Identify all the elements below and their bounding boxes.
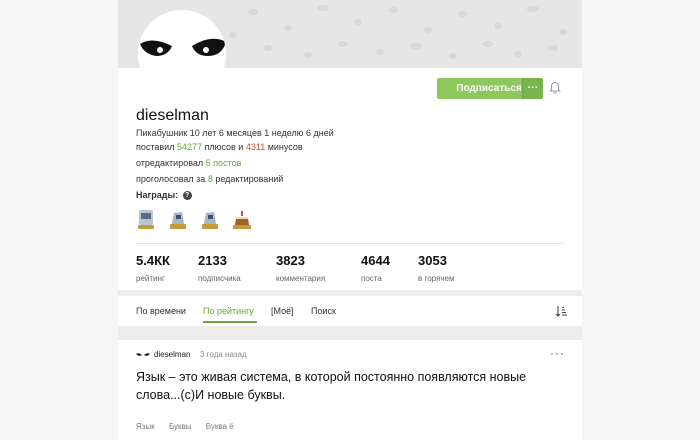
stat-value: 4644 (361, 253, 390, 268)
stat-label: поста (361, 274, 382, 283)
stat-hot[interactable]: 3053 в горячем (418, 253, 454, 283)
post-time: 3 года назад (200, 350, 247, 359)
minus-count: 4311 (245, 142, 266, 152)
profile-card: Подписаться ··· dieselman Пикабушник 10 … (118, 10, 582, 290)
help-icon[interactable]: ? (182, 191, 192, 201)
award-icon[interactable] (200, 208, 220, 230)
voted-prefix: проголосовал за (136, 174, 206, 184)
bell-icon[interactable] (548, 81, 562, 95)
sort-icon[interactable] (555, 305, 567, 317)
ten-years-medal-icon[interactable] (136, 208, 156, 230)
voted-count[interactable]: 8 (208, 174, 213, 184)
post-card: dieselman 3 года назад ··· Язык – это жи… (118, 340, 582, 440)
active-tab-underline (203, 321, 257, 323)
stat-label: комментария (276, 274, 326, 283)
post-author-link[interactable]: dieselman (154, 350, 190, 359)
sort-tabs: По времени По рейтингу [Моё] Поиск (118, 296, 582, 326)
awards-label: Награды: (136, 190, 179, 200)
main-column: Подписаться ··· dieselman Пикабушник 10 … (118, 0, 582, 440)
page-margin-left (0, 0, 118, 440)
awards-line: Награды: ? (136, 190, 192, 201)
tab-search[interactable]: Поиск (311, 306, 336, 316)
plus-label: плюсов и (204, 142, 244, 152)
post-menu-button[interactable]: ··· (550, 346, 565, 360)
stat-label: в горячем (418, 274, 455, 283)
stat-label: рейтинг (136, 274, 165, 283)
voted-line: проголосовал за 8 редактирований (136, 174, 283, 184)
page-margin-right (582, 0, 700, 440)
tenure-text: Пикабушник 10 лет 6 месяцев 1 неделю 6 д… (136, 128, 334, 138)
votes-line: поставил 54277 плюсов и 4311 минусов (136, 142, 303, 152)
tag-link[interactable]: Буква ё (206, 422, 234, 431)
tab-by-time[interactable]: По времени (136, 306, 186, 316)
edited-posts-link[interactable]: 5 постов (206, 158, 242, 168)
tab-mine[interactable]: [Моё] (271, 306, 294, 316)
avatar[interactable] (138, 10, 226, 98)
tab-by-rating[interactable]: По рейтингу (203, 306, 254, 316)
stat-value: 3823 (276, 253, 305, 268)
profile-username: dieselman (136, 107, 209, 124)
edited-line: отредактировал 5 постов (136, 158, 241, 168)
cake-award-icon[interactable] (232, 208, 252, 230)
stat-value: 3053 (418, 253, 447, 268)
voted-suffix: редактирований (215, 174, 284, 184)
tag-link[interactable]: Буквы (169, 422, 192, 431)
stat-label: подписчика (198, 274, 241, 283)
stat-value: 2133 (198, 253, 227, 268)
plus-count: 54277 (176, 142, 203, 152)
post-tags: Язык Буквы Буква ё (136, 422, 246, 431)
minus-label: минусов (267, 142, 303, 152)
votes-prefix: поставил (136, 142, 175, 152)
award-icon[interactable] (168, 208, 188, 230)
tag-link[interactable]: Язык (136, 422, 155, 431)
stat-value: 5.4КК (136, 253, 170, 268)
edited-prefix: отредактировал (136, 158, 204, 168)
post-title[interactable]: Язык – это живая система, в которой пост… (136, 368, 566, 404)
stat-subscribers[interactable]: 2133 подписчика (198, 253, 241, 283)
more-options-button[interactable]: ··· (522, 78, 543, 99)
stat-rating: 5.4КК рейтинг (136, 253, 170, 283)
stat-comments[interactable]: 3823 комментария (276, 253, 325, 283)
author-avatar[interactable] (136, 352, 150, 358)
profile-divider (136, 243, 564, 244)
stat-posts[interactable]: 4644 поста (361, 253, 390, 283)
